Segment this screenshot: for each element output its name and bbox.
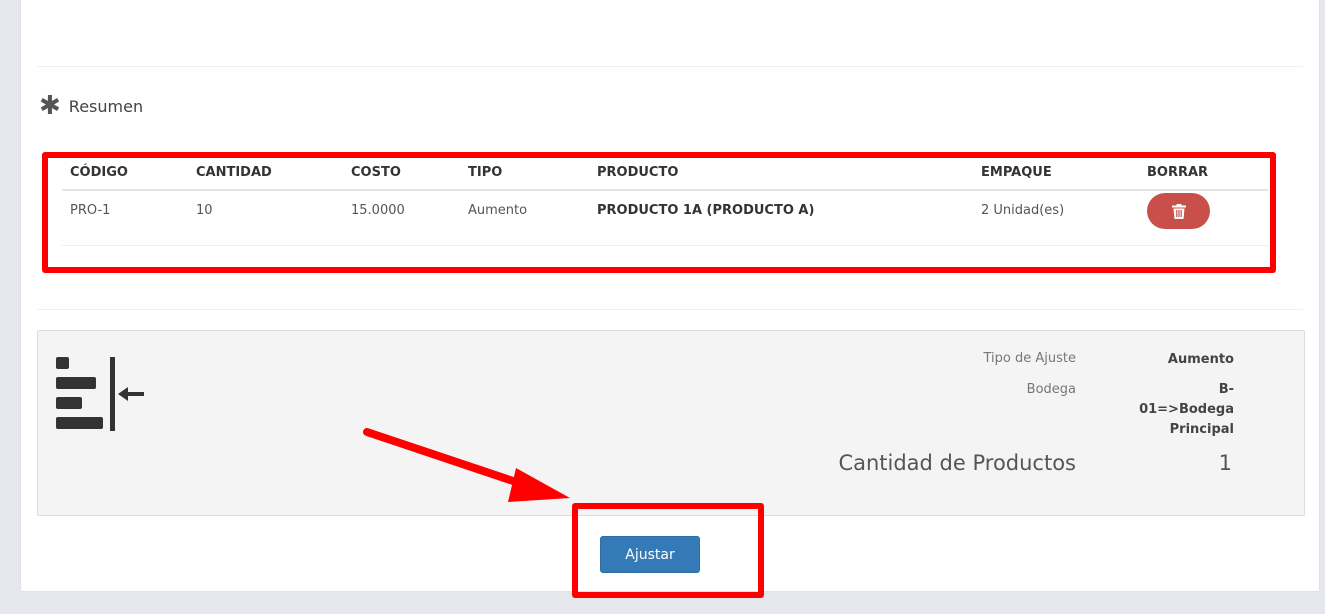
cell-cantidad: 10 <box>188 190 343 246</box>
cell-empaque: 2 Unidad(es) <box>973 190 1139 246</box>
bodega-label: Bodega <box>1026 382 1076 397</box>
header-codigo: CÓDIGO <box>62 156 188 191</box>
cell-codigo: PRO-1 <box>62 190 188 246</box>
cell-tipo: Aumento <box>460 190 589 246</box>
tipo-ajuste-value: Aumento <box>1167 352 1234 367</box>
header-producto: PRODUCTO <box>589 156 973 191</box>
header-cantidad: CANTIDAD <box>188 156 343 191</box>
cantidad-productos-value: 1 <box>1218 451 1232 475</box>
cell-costo: 15.0000 <box>343 190 460 246</box>
cantidad-productos-label: Cantidad de Productos <box>838 451 1076 475</box>
ajustar-button[interactable]: Ajustar <box>600 536 700 573</box>
summary-panel: Tipo de Ajuste Aumento Bodega B-01=>Bode… <box>37 330 1305 516</box>
asterisk-icon: ✱ <box>39 91 61 121</box>
main-card: ✱ Resumen Tipo de Ajuste Aumento Bodega … <box>20 0 1320 592</box>
header-tipo: TIPO <box>460 156 589 191</box>
divider-bottom <box>37 309 1303 310</box>
header-empaque: EMPAQUE <box>973 156 1139 191</box>
trash-icon <box>1171 203 1186 219</box>
products-table: CÓDIGO CANTIDAD COSTO TIPO PRODUCTO EMPA… <box>62 156 1268 246</box>
header-costo: COSTO <box>343 156 460 191</box>
table-header-row: CÓDIGO CANTIDAD COSTO TIPO PRODUCTO EMPA… <box>62 156 1268 191</box>
cell-producto: PRODUCTO 1A (PRODUCTO A) <box>589 190 973 246</box>
align-left-indent-icon <box>56 357 144 431</box>
cell-borrar <box>1139 190 1268 246</box>
tipo-ajuste-label: Tipo de Ajuste <box>983 351 1077 366</box>
bodega-value: B-01=>Bodega Principal <box>1139 382 1234 437</box>
delete-row-button[interactable] <box>1147 193 1210 229</box>
section-title: Resumen <box>68 96 144 116</box>
header-borrar: BORRAR <box>1139 156 1268 191</box>
section-header: ✱ Resumen <box>39 91 144 121</box>
divider-top <box>37 66 1303 67</box>
table-row: PRO-1 10 15.0000 Aumento PRODUCTO 1A (PR… <box>62 190 1268 246</box>
